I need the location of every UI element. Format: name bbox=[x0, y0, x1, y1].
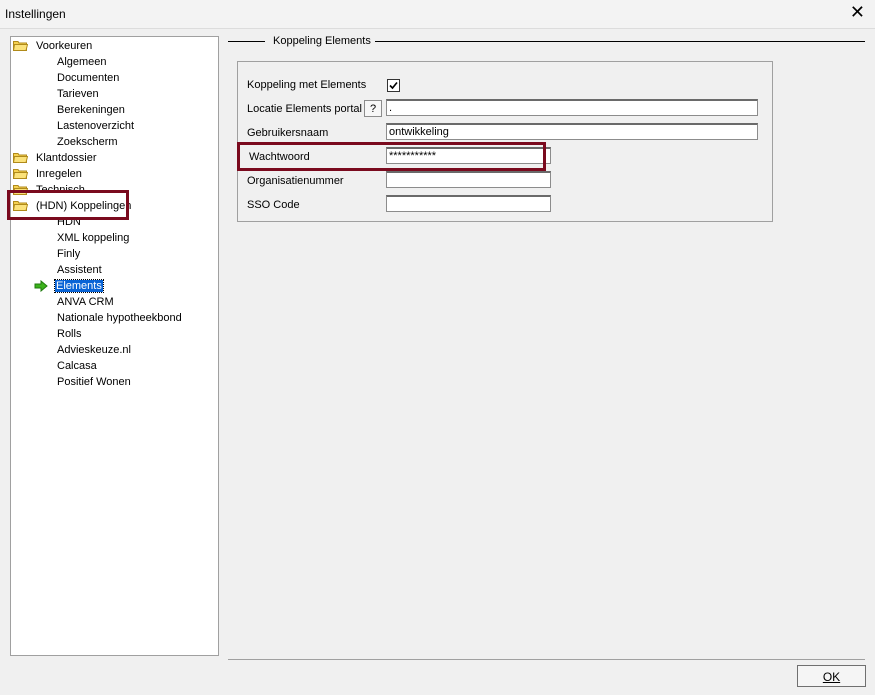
divider bbox=[228, 659, 865, 660]
sso-label: SSO Code bbox=[247, 199, 300, 211]
section-header: Koppeling Elements bbox=[228, 35, 865, 49]
tree-item-elements[interactable]: Elements bbox=[54, 278, 104, 294]
tree-item-nationale-hypotheekbond[interactable]: Nationale hypotheekbond bbox=[56, 310, 183, 326]
tree-item-anva-crm[interactable]: ANVA CRM bbox=[56, 294, 115, 310]
organisatienummer-field[interactable] bbox=[386, 171, 551, 188]
ok-button[interactable]: OK bbox=[797, 665, 866, 687]
tree-item-positief-wonen[interactable]: Positief Wonen bbox=[56, 374, 132, 390]
tree-item-lastenoverzicht[interactable]: Lastenoverzicht bbox=[56, 118, 135, 134]
tree-item-zoekscherm[interactable]: Zoekscherm bbox=[56, 134, 119, 150]
tree-item-rolls[interactable]: Rolls bbox=[56, 326, 82, 342]
tree-item-berekeningen[interactable]: Berekeningen bbox=[56, 102, 126, 118]
tree-item-advieskeuze[interactable]: Advieskeuze.nl bbox=[56, 342, 132, 358]
window-title: Instellingen bbox=[5, 7, 66, 21]
highlight-box bbox=[7, 190, 129, 220]
koppeling-checkbox[interactable] bbox=[387, 79, 400, 92]
folder-icon bbox=[13, 168, 28, 179]
tree-label: Voorkeuren bbox=[36, 40, 93, 52]
gebruikersnaam-field[interactable]: ontwikkeling bbox=[386, 123, 758, 140]
tree-item-assistent[interactable]: Assistent bbox=[56, 262, 103, 278]
organisatie-label: Organisatienummer bbox=[247, 175, 344, 187]
locatie-label: Locatie Elements portal bbox=[247, 103, 362, 115]
tree-item-tarieven[interactable]: Tarieven bbox=[56, 86, 100, 102]
folder-icon bbox=[13, 152, 28, 163]
gebruiker-label: Gebruikersnaam bbox=[247, 127, 329, 139]
tree-label: Inregelen bbox=[36, 168, 82, 180]
settings-tree[interactable]: Voorkeuren Algemeen Documenten Tarieven … bbox=[10, 36, 219, 656]
locatie-help-button[interactable]: ? bbox=[364, 100, 382, 117]
tree-item-documenten[interactable]: Documenten bbox=[56, 70, 120, 86]
divider bbox=[375, 41, 865, 42]
tree-label: Klantdossier bbox=[36, 152, 97, 164]
tree-item-calcasa[interactable]: Calcasa bbox=[56, 358, 98, 374]
close-icon[interactable]: ✕ bbox=[850, 3, 865, 23]
highlight-box bbox=[237, 142, 546, 171]
title-bar: Instellingen ✕ bbox=[0, 0, 875, 29]
section-title: Koppeling Elements bbox=[273, 35, 371, 47]
tree-item-xml-koppeling[interactable]: XML koppeling bbox=[56, 230, 130, 246]
tree-item-algemeen[interactable]: Algemeen bbox=[56, 54, 108, 70]
tree-item-voorkeuren[interactable]: Voorkeuren bbox=[13, 38, 215, 54]
koppeling-label: Koppeling met Elements bbox=[247, 79, 367, 91]
tree-item-inregelen[interactable]: Inregelen bbox=[13, 166, 215, 182]
tree-item-finly[interactable]: Finly bbox=[56, 246, 81, 262]
sso-code-field[interactable] bbox=[386, 195, 551, 212]
divider bbox=[228, 41, 265, 42]
arrow-right-icon bbox=[34, 279, 48, 293]
folder-icon bbox=[13, 40, 28, 51]
tree-item-klantdossier[interactable]: Klantdossier bbox=[13, 150, 215, 166]
locatie-field[interactable]: . bbox=[386, 99, 758, 116]
